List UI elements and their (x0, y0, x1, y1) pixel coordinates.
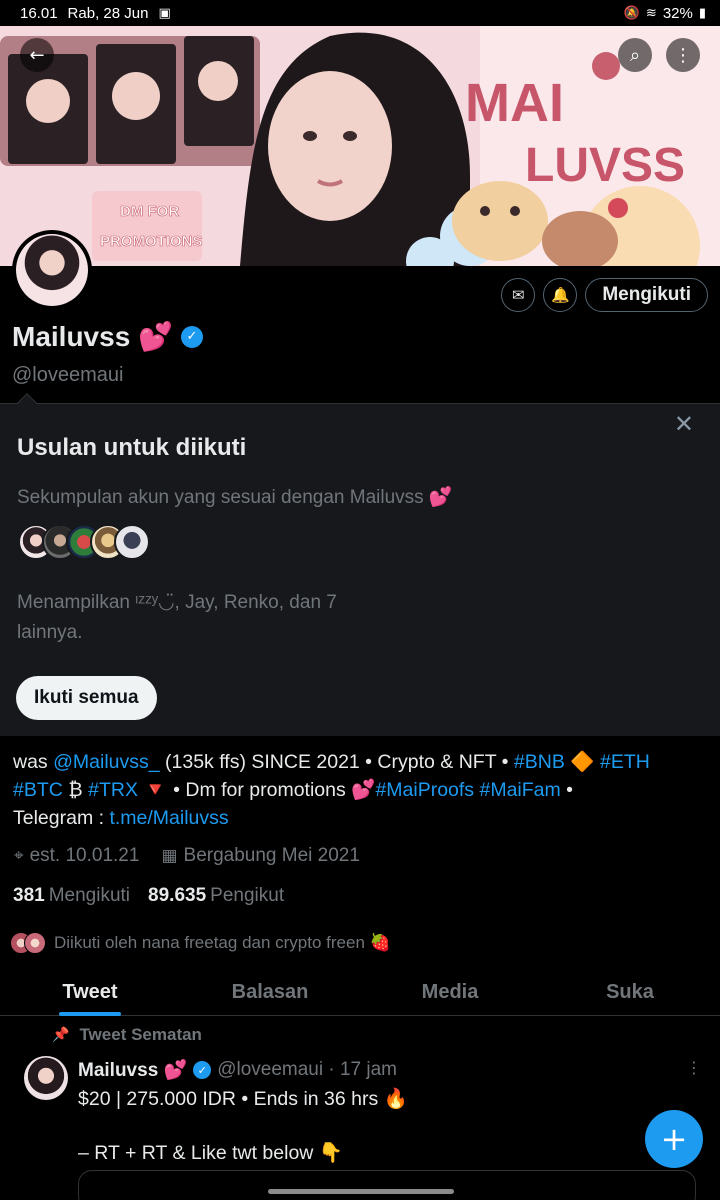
tab-suka[interactable]: Suka (540, 970, 720, 1015)
pinned-label-text: Tweet Sematan (79, 1025, 202, 1044)
banner-promo-1: DM FOR (120, 203, 179, 220)
battery-level: 32% (662, 4, 693, 22)
tweet-header: Mailuvss 💕 ✓ @loveemaui · 17 jam (78, 1058, 397, 1082)
followed-by[interactable]: Diikuti oleh nana freetag dan crypto fre… (10, 932, 391, 954)
banner-title-1: MAI (465, 73, 564, 133)
followed-by-text: Diikuti oleh nana freetag dan crypto fre… (54, 933, 391, 952)
joined-item: ▦ Bergabung Mei 2021 (161, 845, 359, 867)
suggested-avatars[interactable] (18, 524, 150, 560)
suggestions-title: Usulan untuk diikuti (17, 434, 247, 461)
location-pin-icon: ⌖ (14, 846, 24, 866)
bio-mention-link[interactable]: @Mailuvss_ (53, 751, 160, 773)
home-indicator[interactable] (268, 1189, 454, 1194)
location-item: ⌖ est. 10.01.21 (14, 845, 139, 867)
tab-balasan[interactable]: Balasan (180, 970, 360, 1015)
banner-promo-2: PROMOTIONS (100, 233, 203, 250)
quoted-tweet[interactable] (78, 1170, 696, 1200)
bio-text: was (13, 751, 54, 773)
tab-tweet[interactable]: Tweet (0, 970, 180, 1015)
verified-badge-icon: ✓ (180, 325, 203, 348)
suggestions-description: Sekumpulan akun yang sesuai dengan Mailu… (17, 487, 453, 508)
tweet-handle-time: @loveemaui · 17 jam (217, 1059, 398, 1080)
profile-handle: @loveemaui (12, 364, 124, 386)
compose-tweet-button[interactable]: + (645, 1110, 703, 1168)
profile-bio: was @Mailuvss_ (135k ffs) SINCE 2021 • C… (13, 748, 713, 832)
more-vertical-icon[interactable]: ⋮ (666, 38, 700, 72)
profile-banner: MAI LUVSS DM FOR PROMOTIONS ← ⌕ ⋮ (0, 26, 720, 266)
back-arrow-icon[interactable]: ← (20, 38, 54, 72)
message-icon[interactable]: ✉ (501, 278, 536, 312)
avatar (114, 524, 150, 560)
profile-name-row: Mailuvss 💕 ✓ (12, 320, 203, 353)
mute-icon: 🔕 (623, 5, 640, 21)
hashtag-bnb[interactable]: #BNB (514, 751, 565, 773)
hashtag-btc[interactable]: #BTC (13, 779, 63, 801)
pinned-label: 📌 Tweet Sematan (52, 1025, 202, 1045)
profile-actions: ✉ 🔔 Mengikuti (501, 278, 708, 312)
tab-media[interactable]: Media (360, 970, 540, 1015)
telegram-link[interactable]: t.me/Mailuvss (109, 807, 228, 829)
search-icon[interactable]: ⌕ (618, 38, 652, 72)
followers-count: 89.635 (148, 885, 207, 906)
suggestions-showing: Menampilkan ᶦᶻᶻʸ◡̈, Jay, Renko, dan 7 la… (17, 592, 337, 643)
followers-stat[interactable]: 89.635 Pengikut (148, 885, 284, 907)
hashtag-eth[interactable]: #ETH (600, 751, 650, 773)
calendar-icon: ▦ (161, 846, 178, 866)
following-label: Mengikuti (48, 885, 131, 906)
tweet-avatar[interactable] (24, 1056, 68, 1100)
wifi-icon: ≋ (645, 5, 657, 21)
bio-text: ₿ (62, 779, 89, 801)
hashtag-trx[interactable]: #TRX (88, 779, 138, 801)
hashtag-maifam[interactable]: #MaiFam (479, 779, 560, 801)
verified-badge-icon: ✓ (193, 1061, 212, 1079)
followers-label: Pengikut (210, 885, 285, 906)
close-icon[interactable]: ✕ (674, 410, 694, 438)
notification-bell-icon[interactable]: 🔔 (543, 278, 578, 312)
profile-meta: ⌖ est. 10.01.21 ▦ Bergabung Mei 2021 (14, 845, 360, 867)
bio-text: 🔶 (564, 751, 600, 773)
bio-text: 🔻 • Dm for promotions 💕 (138, 779, 376, 801)
following-button[interactable]: Mengikuti (585, 278, 708, 312)
bio-text: Telegram : (13, 807, 110, 829)
profile-avatar[interactable] (12, 230, 92, 310)
following-count: 381 (13, 885, 45, 906)
status-bar: 16.01 Rab, 28 Jun ▣ 🔕 ≋ 32% ▮ (0, 0, 720, 26)
following-stat[interactable]: 381 Mengikuti (13, 885, 130, 907)
status-date: Rab, 28 Jun (67, 4, 149, 22)
profile-tabs: Tweet Balasan Media Suka (0, 970, 720, 1016)
battery-icon: ▮ (698, 5, 706, 21)
tweet-author-name[interactable]: Mailuvss 💕 (78, 1058, 187, 1082)
banner-title-2: LUVSS (525, 139, 685, 192)
gallery-icon: ▣ (158, 5, 171, 21)
tweet-more-icon[interactable]: ⋮ (686, 1058, 702, 1078)
status-time: 16.01 (20, 4, 58, 22)
location-text: est. 10.01.21 (29, 845, 140, 866)
bio-text: (135k ffs) SINCE 2021 • Crypto & NFT • (159, 751, 514, 773)
hashtag-maiproofs[interactable]: #MaiProofs (375, 779, 474, 801)
follow-all-button[interactable]: Ikuti semua (16, 676, 157, 720)
pin-icon: 📌 (52, 1027, 70, 1043)
tweet-text: $20 | 275.000 IDR • Ends in 36 hrs 🔥 – R… (78, 1088, 408, 1164)
bio-text: • (560, 779, 574, 801)
profile-stats: 381 Mengikuti 89.635 Pengikut (13, 885, 284, 907)
avatar (24, 932, 46, 954)
joined-text: Bergabung Mei 2021 (183, 845, 360, 866)
display-name: Mailuvss 💕 (12, 321, 173, 352)
